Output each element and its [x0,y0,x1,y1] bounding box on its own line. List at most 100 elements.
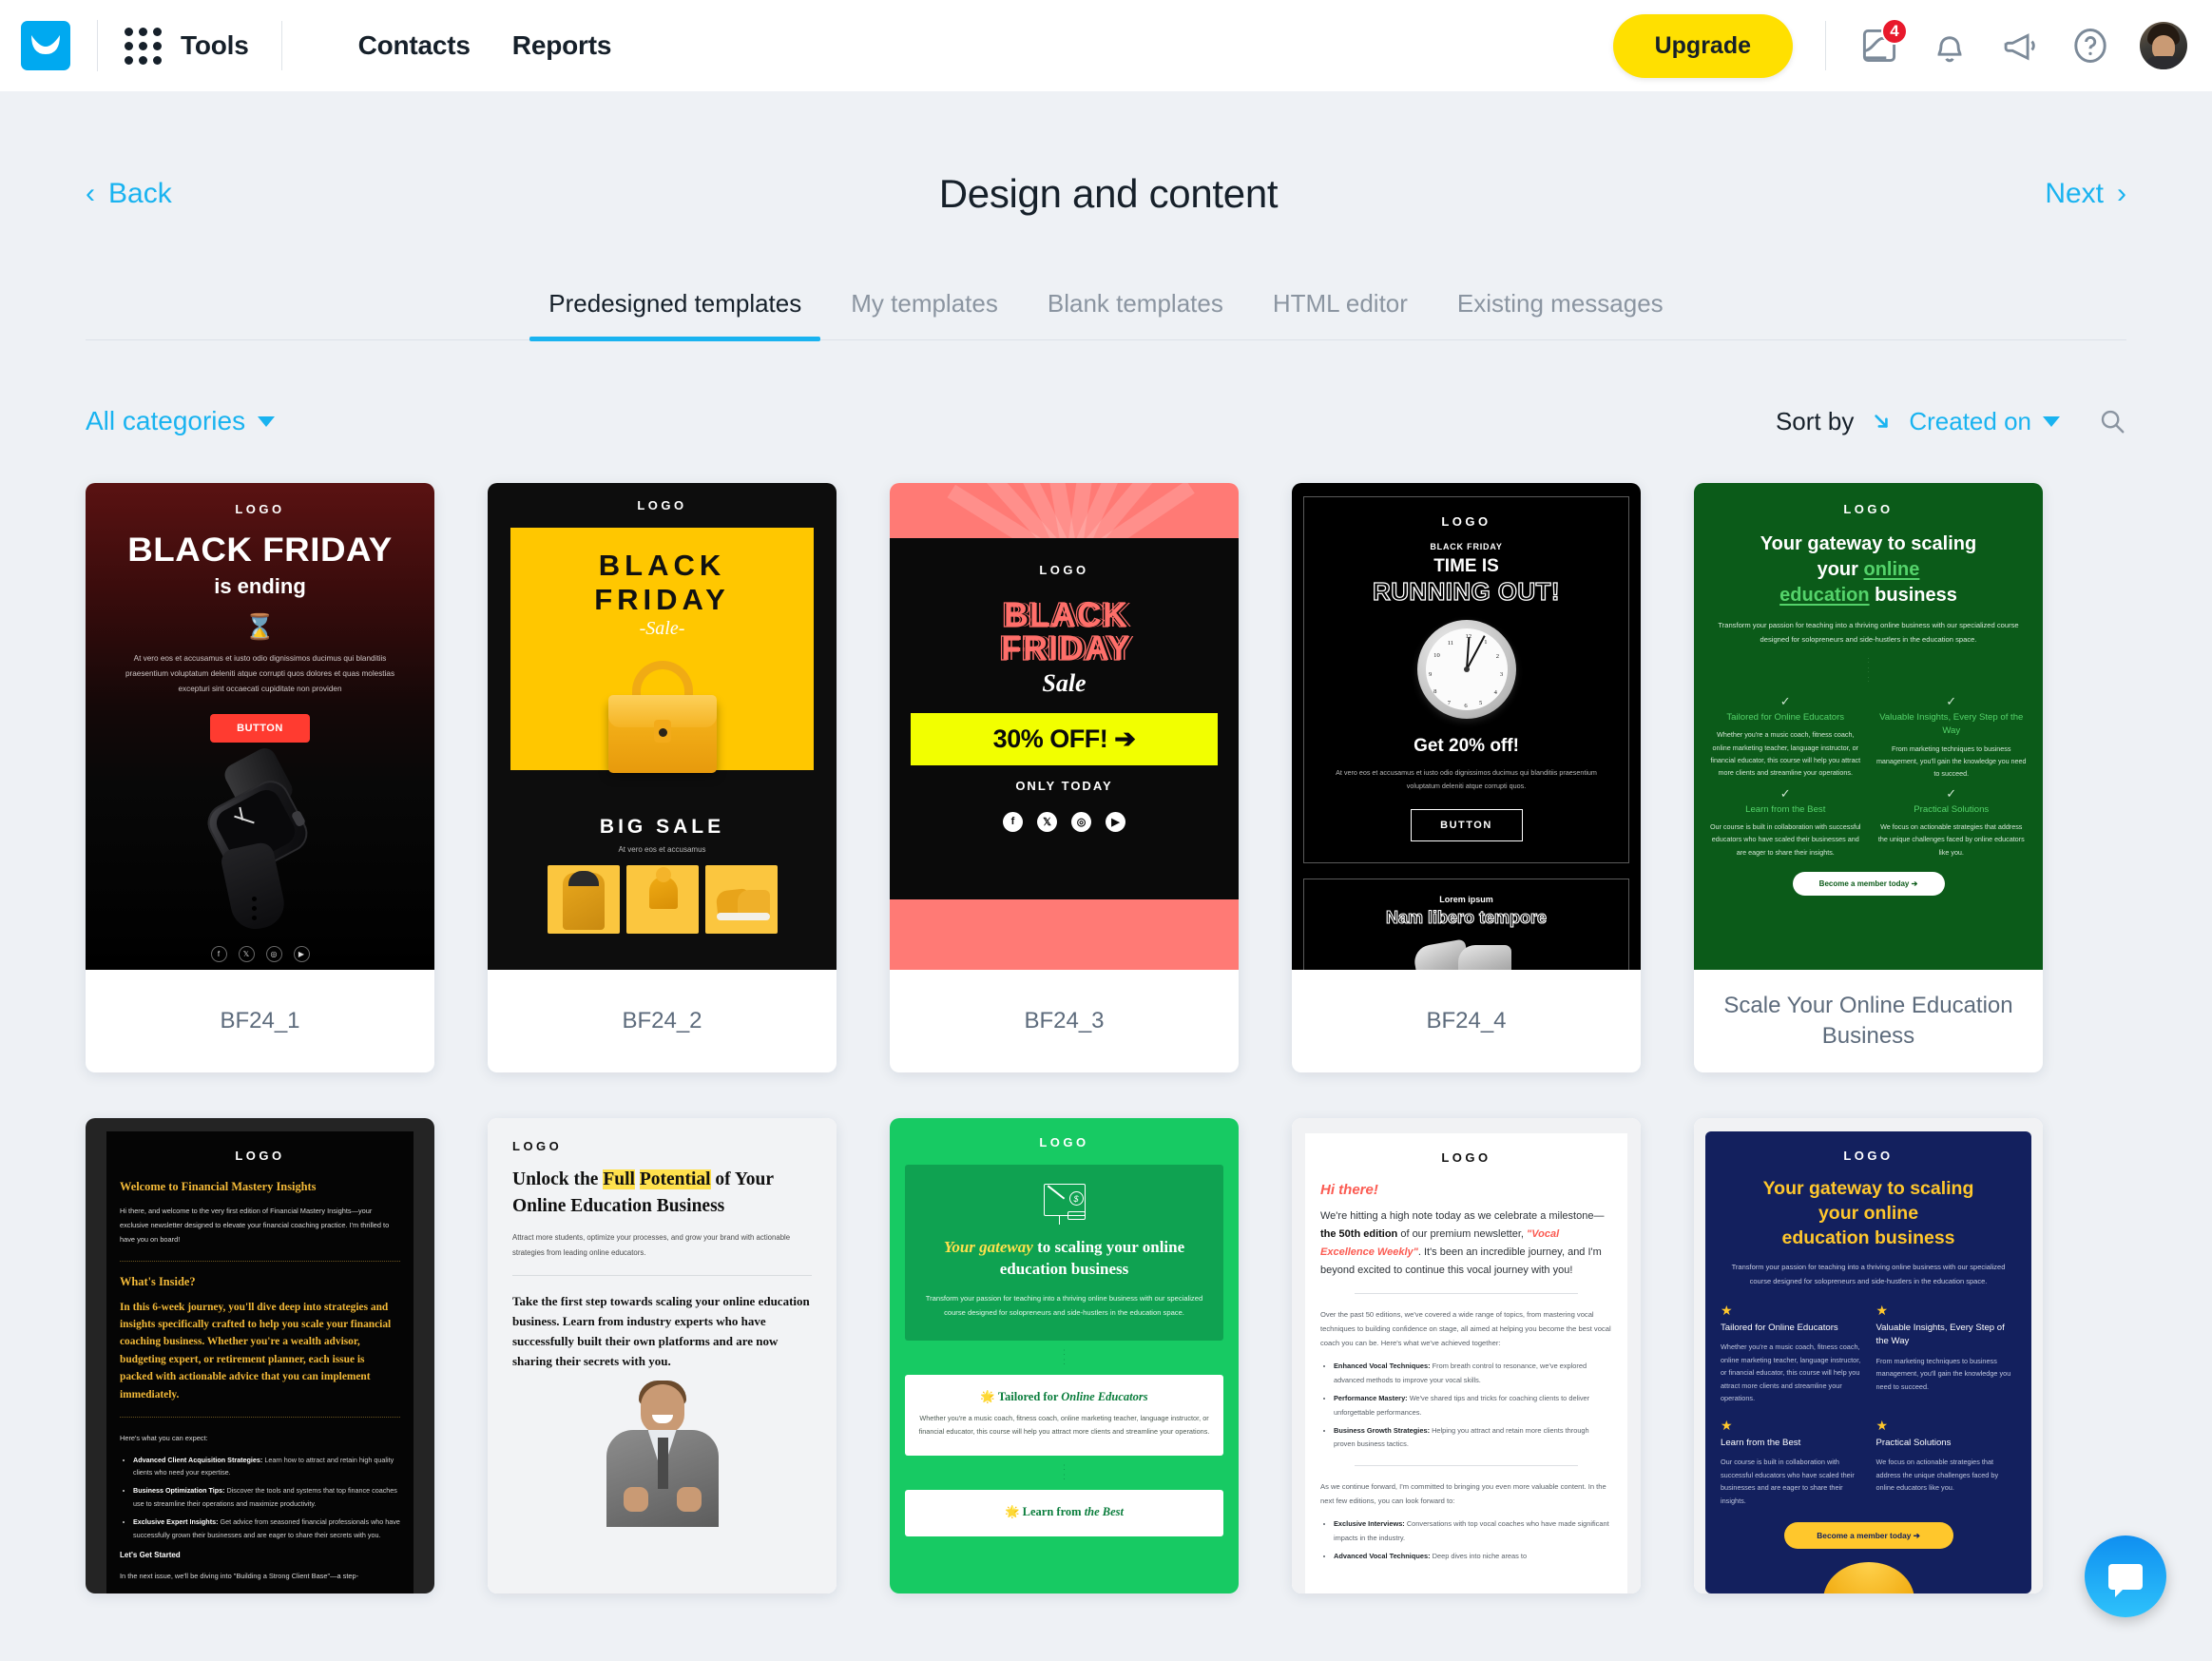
hero-block: $ Your gateway to scaling your online ed… [905,1165,1223,1342]
tools-label: Tools [181,30,249,60]
upgrade-button[interactable]: Upgrade [1612,13,1793,78]
sort-value-dropdown[interactable]: Created on [1909,407,2060,436]
template-card[interactable]: LOGO Your gateway to scaling your online… [1694,1118,2043,1593]
template-name: BF24_3 [1024,1008,1105,1034]
template-intro: Hi there, and welcome to the very first … [120,1207,390,1245]
check-icon: ✓ [1779,693,1791,708]
tab-list: Predesigned templates My templates Blank… [86,276,2126,341]
template-card[interactable]: LOGO BLACK FRIDAY is ending ⌛ At vero eo… [86,483,434,1072]
template-card[interactable]: LOGO Your gateway to scaling your online… [1694,483,2043,1072]
feature-item: ★ Tailored for Online Educators Whether … [1721,1304,1861,1405]
back-button[interactable]: ‹ Back [86,178,172,210]
utility-icons: 4 [1858,18,2187,69]
clock-number: 4 [1493,688,1497,696]
bullet-list-2: Exclusive Interviews: Conversations with… [1334,1517,1612,1563]
email-preview-scale-green: LOGO Your gateway to scaling your online… [1694,483,2043,970]
clock-number: 11 [1447,639,1454,647]
tab-predesigned-templates[interactable]: Predesigned templates [524,276,826,341]
template-logo: LOGO [512,1139,563,1153]
template-sub: At vero eos et accusamus [618,845,706,854]
list-item: Exclusive Expert Insights: Get advice fr… [133,1516,400,1542]
inbox-icon[interactable]: 4 [1858,18,1908,67]
tab-existing-messages[interactable]: Existing messages [1433,276,1688,339]
template-lets-get-started: Let's Get Started [120,1551,181,1560]
megaphone-icon[interactable] [1999,25,2041,67]
tab-html-editor[interactable]: HTML editor [1248,276,1433,339]
template-heading: Unlock the Full Potential of Your Online… [512,1167,812,1219]
product-jacket-image [547,865,620,934]
template-thumbnail: LOGO $ Your gateway to scaling your onli… [890,1118,1239,1593]
template-name: BF24_4 [1426,1008,1507,1034]
template-thumbnail: LOGO Your gateway to scaling your online… [1694,483,2043,970]
template-heading: Your gateway to scaling your online educ… [1709,531,2028,608]
list-item: Performance Mastery: We've shared tips a… [1334,1392,1612,1420]
presentation-money-icon: $ [1040,1182,1089,1226]
template-lead: Transform your passion for teaching into… [1718,621,2019,644]
help-icon[interactable] [2069,25,2111,67]
template-thumbnail: LOGO Your gateway to scaling your online… [1694,1118,2043,1593]
bell-icon[interactable] [1929,25,1971,67]
template-card[interactable]: LOGO BLACK FRIDAY TIME IS RUNNING OUT! 1… [1292,483,1641,1072]
heading-highlight: Potential [639,1169,711,1189]
template-next-issue: In the next issue, we'll be diving into … [120,1572,359,1581]
email-preview-bf24-2: LOGO BLACK FRIDAY -Sale- BIG SALE At ver… [488,483,837,970]
avatar[interactable] [2140,22,2187,69]
list-item: Advanced Vocal Techniques: Deep dives in… [1334,1550,1612,1563]
divider [120,1260,400,1262]
template-card[interactable]: LOGO BLACK FRIDAY Sale 30% OFF! ➔ ONLY T… [890,483,1239,1072]
clock-number: 1 [1484,638,1488,646]
divider [97,20,98,71]
tab-my-templates[interactable]: My templates [826,276,1023,339]
feature-title: 🌟 Tailored for Online Educators [980,1390,1148,1404]
hero-block: LOGO BLACK FRIDAY Sale 30% OFF! ➔ ONLY T… [890,538,1239,899]
tab-blank-templates[interactable]: Blank templates [1023,276,1248,339]
bullet-list: Enhanced Vocal Techniques: From breath c… [1334,1360,1612,1452]
star-icon: ★ [1875,1302,1889,1318]
template-card[interactable]: LOGO Welcome to Financial Mastery Insigh… [86,1118,434,1593]
template-name: Scale Your Online Education Business [1723,993,2013,1049]
lead-bold: the 50th edition [1320,1227,1398,1240]
product-beanie-image [625,865,699,934]
template-journey: In this 6-week journey, you'll dive deep… [120,1301,392,1400]
page-body: ‹ Back Design and content Next › Predesi… [0,137,2212,1593]
template-thumbnail: LOGO Unlock the Full Potential of Your O… [488,1118,837,1593]
tools-menu[interactable]: Tools [125,27,249,65]
chat-bubble-button[interactable] [2085,1535,2166,1617]
email-preview-gateway-green: LOGO $ Your gateway to scaling your onli… [890,1118,1239,1593]
all-categories-dropdown[interactable]: All categories [86,406,276,436]
search-icon[interactable] [2098,407,2126,435]
template-thumbnail: LOGO BLACK FRIDAY TIME IS RUNNING OUT! 1… [1292,483,1641,970]
feature-title: Practical Solutions [1875,1437,1952,1448]
feature-grid: ★ Tailored for Online Educators Whether … [1721,1304,2016,1507]
template-card[interactable]: LOGO Unlock the Full Potential of Your O… [488,1118,837,1593]
star-icon: ★ [1721,1417,1733,1433]
facebook-icon: f [210,946,227,962]
template-cta-button: BUTTON [1410,808,1523,841]
heading-part: Your gateway to scaling [1762,1178,1974,1199]
template-card[interactable]: LOGO $ Your gateway to scaling your onli… [890,1118,1239,1593]
sort-direction-icon[interactable] [1869,409,1894,434]
lead-part: We're hitting a high note today as we ce… [1320,1210,1605,1222]
bullet-lead: Performance Mastery: [1334,1394,1408,1403]
check-icon: ✓ [1946,693,1957,708]
feature-title: Tailored for Online Educators [1721,1322,1838,1333]
getresponse-logo-icon[interactable] [21,21,70,70]
heading-accent: online [1863,1203,1919,1225]
nav-item-reports[interactable]: Reports [512,30,612,61]
template-card[interactable]: LOGO Hi there! We're hitting a high note… [1292,1118,1641,1593]
feature-item: ✓ Learn from the Best Our course is buil… [1709,786,1862,859]
facebook-icon: f [1003,811,1023,832]
clock-number: 5 [1479,700,1483,707]
template-logo: LOGO [637,498,687,512]
bullet-lead: Business Optimization Tips: [133,1486,225,1496]
template-heading-line1: BLACK [1001,595,1126,634]
heading-part: business [1869,1227,1955,1249]
template-logo: LOGO [1441,1150,1491,1165]
feature-title-em: the Best [1084,1505,1125,1519]
template-card[interactable]: LOGO BLACK FRIDAY -Sale- BIG SALE At ver… [488,483,837,1072]
next-button[interactable]: Next › [2045,178,2126,210]
list-item: Exclusive Interviews: Conversations with… [1334,1517,1612,1545]
sneakers-image [1411,938,1519,970]
template-heading: Your gateway to scaling your online educ… [918,1237,1210,1281]
nav-item-contacts[interactable]: Contacts [358,30,471,61]
